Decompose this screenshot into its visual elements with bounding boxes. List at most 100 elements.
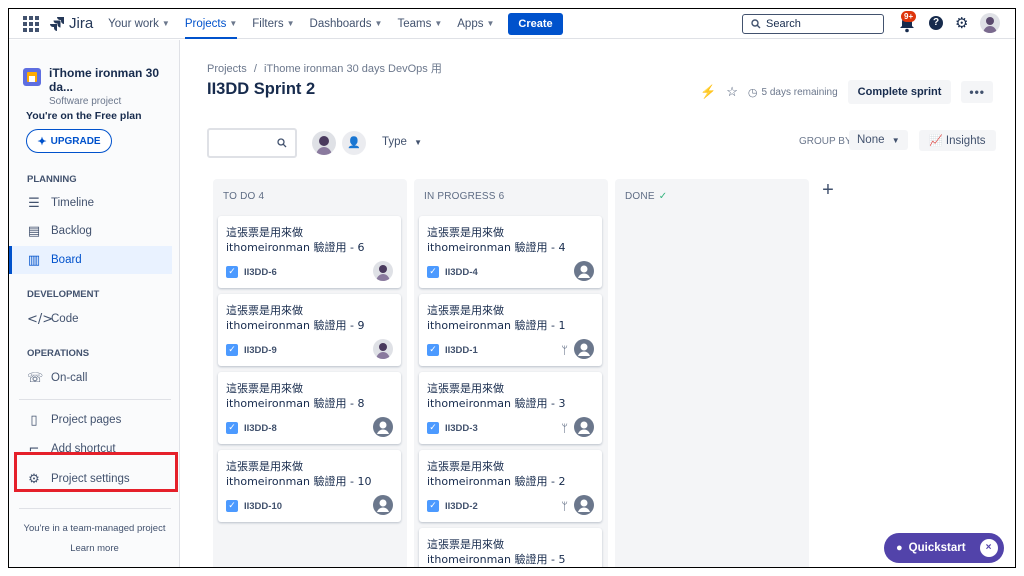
nav-dashboards[interactable]: Dashboards ▼ <box>310 9 383 39</box>
chevron-down-icon: ▼ <box>161 19 170 28</box>
sidebar-item-board[interactable]: ▥ Board <box>9 246 172 274</box>
issue-summary: 這張票是用來做 ithomeironman 驗證用 - 9 <box>226 304 365 332</box>
column-title-text: DONE <box>625 191 655 202</box>
complete-sprint-button[interactable]: Complete sprint <box>847 80 952 104</box>
unassigned-avatar-icon[interactable] <box>373 417 393 437</box>
nav-apps-label: Apps <box>457 17 484 30</box>
issue-summary: 這張票是用來做 ithomeironman 驗證用 - 3 <box>427 382 566 410</box>
sidebar-item-oncall[interactable]: ☏ On-call <box>9 364 172 392</box>
star-icon[interactable]: ☆ <box>726 84 738 100</box>
issue-key-row: ✓ II3DD-1 <box>427 344 478 356</box>
notifications-button[interactable]: 9+ <box>897 11 917 34</box>
lightning-icon[interactable]: ⚡ <box>700 84 716 100</box>
chevron-down-icon: ▼ <box>486 19 495 28</box>
assignee-filter-avatar[interactable] <box>312 131 336 155</box>
issue-key-row: ✓ II3DD-4 <box>427 266 478 278</box>
nav-apps[interactable]: Apps ▼ <box>457 9 494 39</box>
chevron-down-icon: ▼ <box>229 19 238 28</box>
issue-card[interactable]: 這張票是用來做 ithomeironman 驗證用 - 4 ✓ II3DD-4 <box>419 216 602 288</box>
upgrade-label: UPGRADE <box>50 135 101 147</box>
group-by-value: None <box>857 134 885 146</box>
type-filter-button[interactable]: Type ▼ <box>382 136 422 148</box>
column-todo: TO DO 4 這張票是用來做 ithomeironman 驗證用 - 6 ✓ I… <box>213 179 407 567</box>
issue-key: II3DD-3 <box>445 422 478 434</box>
nav-your-work[interactable]: Your work ▼ <box>108 9 170 39</box>
issue-summary: 這張票是用來做 ithomeironman 驗證用 - 4 <box>427 226 566 254</box>
group-by-label: GROUP BY <box>799 136 852 147</box>
search-placeholder: Search <box>766 18 801 30</box>
type-filter-label: Type <box>382 136 407 148</box>
sidebar-item-backlog[interactable]: ▤ Backlog <box>9 217 172 245</box>
development-section-title: DEVELOPMENT <box>27 289 100 300</box>
learn-more-link[interactable]: Learn more <box>9 543 180 554</box>
unassigned-avatar-icon[interactable] <box>574 261 594 281</box>
sidebar-item-label: Board <box>51 254 82 266</box>
unassigned-avatar-icon[interactable] <box>574 495 594 515</box>
jira-logo[interactable]: Jira <box>49 15 93 32</box>
issue-card[interactable]: 這張票是用來做 ithomeironman 驗證用 - 5 <box>419 528 602 567</box>
group-by-select[interactable]: None ▼ <box>849 130 908 150</box>
nav-your-work-label: Your work <box>108 17 159 30</box>
add-people-icon[interactable]: 👤 <box>342 131 366 155</box>
create-button[interactable]: Create <box>508 12 563 35</box>
issue-key-row: ✓ II3DD-8 <box>226 422 277 434</box>
search-input[interactable]: Search <box>742 14 884 34</box>
project-header[interactable]: iThome ironman 30 da... Software project <box>23 66 179 107</box>
nav-filters[interactable]: Filters ▼ <box>252 9 294 39</box>
breadcrumb-project[interactable]: iThome ironman 30 days DevOps 用 <box>264 63 442 75</box>
unassigned-avatar-icon[interactable] <box>373 495 393 515</box>
insights-button[interactable]: 📈 Insights <box>919 130 996 151</box>
board-main: Projects / iThome ironman 30 days DevOps… <box>181 40 1015 567</box>
more-actions-button[interactable]: ••• <box>961 81 993 103</box>
jira-logo-text: Jira <box>69 15 94 32</box>
unassigned-avatar-icon[interactable] <box>574 417 594 437</box>
column-done: DONE ✓ <box>615 179 809 567</box>
issue-card[interactable]: 這張票是用來做 ithomeironman 驗證用 - 8 ✓ II3DD-8 <box>218 372 401 444</box>
nav-teams[interactable]: Teams ▼ <box>397 9 442 39</box>
settings-gear-icon[interactable]: ⚙ <box>955 16 968 31</box>
oncall-phone-icon: ☏ <box>27 370 44 386</box>
upgrade-button[interactable]: ✦ UPGRADE <box>26 129 112 153</box>
chevron-down-icon: ▼ <box>434 19 443 28</box>
insights-label: Insights <box>945 135 986 147</box>
sidebar-item-code[interactable]: </> Code <box>9 305 172 333</box>
remaining-text: 5 days remaining <box>761 86 838 98</box>
jira-window: Jira Your work ▼ Projects ▼ Filters ▼ Dashb… <box>8 8 1016 568</box>
breadcrumb-projects[interactable]: Projects <box>207 63 247 75</box>
task-checkbox-icon: ✓ <box>226 266 238 278</box>
sprint-remaining: ◷ 5 days remaining <box>748 86 838 99</box>
sidebar-divider <box>19 399 171 400</box>
sidebar-item-timeline[interactable]: ☰ Timeline <box>9 189 172 217</box>
search-icon <box>751 19 761 29</box>
add-column-button[interactable]: + <box>816 179 840 203</box>
issue-card[interactable]: 這張票是用來做 ithomeironman 驗證用 - 6 ✓ II3DD-6 <box>218 216 401 288</box>
sidebar-item-label: Timeline <box>51 197 95 209</box>
help-icon[interactable]: ? <box>929 16 943 30</box>
assignee-avatar[interactable] <box>373 339 393 359</box>
chevron-down-icon: ▼ <box>891 136 900 145</box>
board-search-input[interactable] <box>207 128 297 158</box>
user-avatar[interactable] <box>980 13 1001 33</box>
nav-projects[interactable]: Projects ▼ <box>184 9 238 39</box>
quickstart-button[interactable]: ● Quickstart × <box>884 533 1004 563</box>
issue-card[interactable]: 這張票是用來做 ithomeironman 驗證用 - 2 ✓ II3DD-2 ᛘ <box>419 450 602 522</box>
issue-card[interactable]: 這張票是用來做 ithomeironman 驗證用 - 3 ✓ II3DD-3 ᛘ <box>419 372 602 444</box>
column-title: DONE ✓ <box>625 191 667 202</box>
issue-card[interactable]: 這張票是用來做 ithomeironman 驗證用 - 10 ✓ II3DD-10 <box>218 450 401 522</box>
issue-key: II3DD-10 <box>244 500 283 512</box>
assignee-avatar[interactable] <box>373 261 393 281</box>
issue-card[interactable]: 這張票是用來做 ithomeironman 驗證用 - 1 ✓ II3DD-1 ᛘ <box>419 294 602 366</box>
column-title: TO DO 4 <box>223 191 265 202</box>
sidebar-item-project-pages[interactable]: ▯ Project pages <box>9 406 172 434</box>
team-managed-note: You're in a team-managed project <box>23 523 166 534</box>
nav-icons-group: 9+ ? ⚙ <box>897 11 1001 34</box>
unassigned-avatar-icon[interactable] <box>574 339 594 359</box>
clock-icon: ◷ <box>747 86 758 99</box>
close-icon[interactable]: × <box>979 539 998 557</box>
app-switcher-icon[interactable] <box>21 14 41 34</box>
page-title: II3DD Sprint 2 <box>207 80 316 98</box>
sidebar-divider <box>19 508 171 509</box>
task-checkbox-icon: ✓ <box>226 500 238 512</box>
sprint-actions: ⚡ ☆ ◷ 5 days remaining Complete sprint •… <box>700 80 993 104</box>
issue-card[interactable]: 這張票是用來做 ithomeironman 驗證用 - 9 ✓ II3DD-9 <box>218 294 401 366</box>
